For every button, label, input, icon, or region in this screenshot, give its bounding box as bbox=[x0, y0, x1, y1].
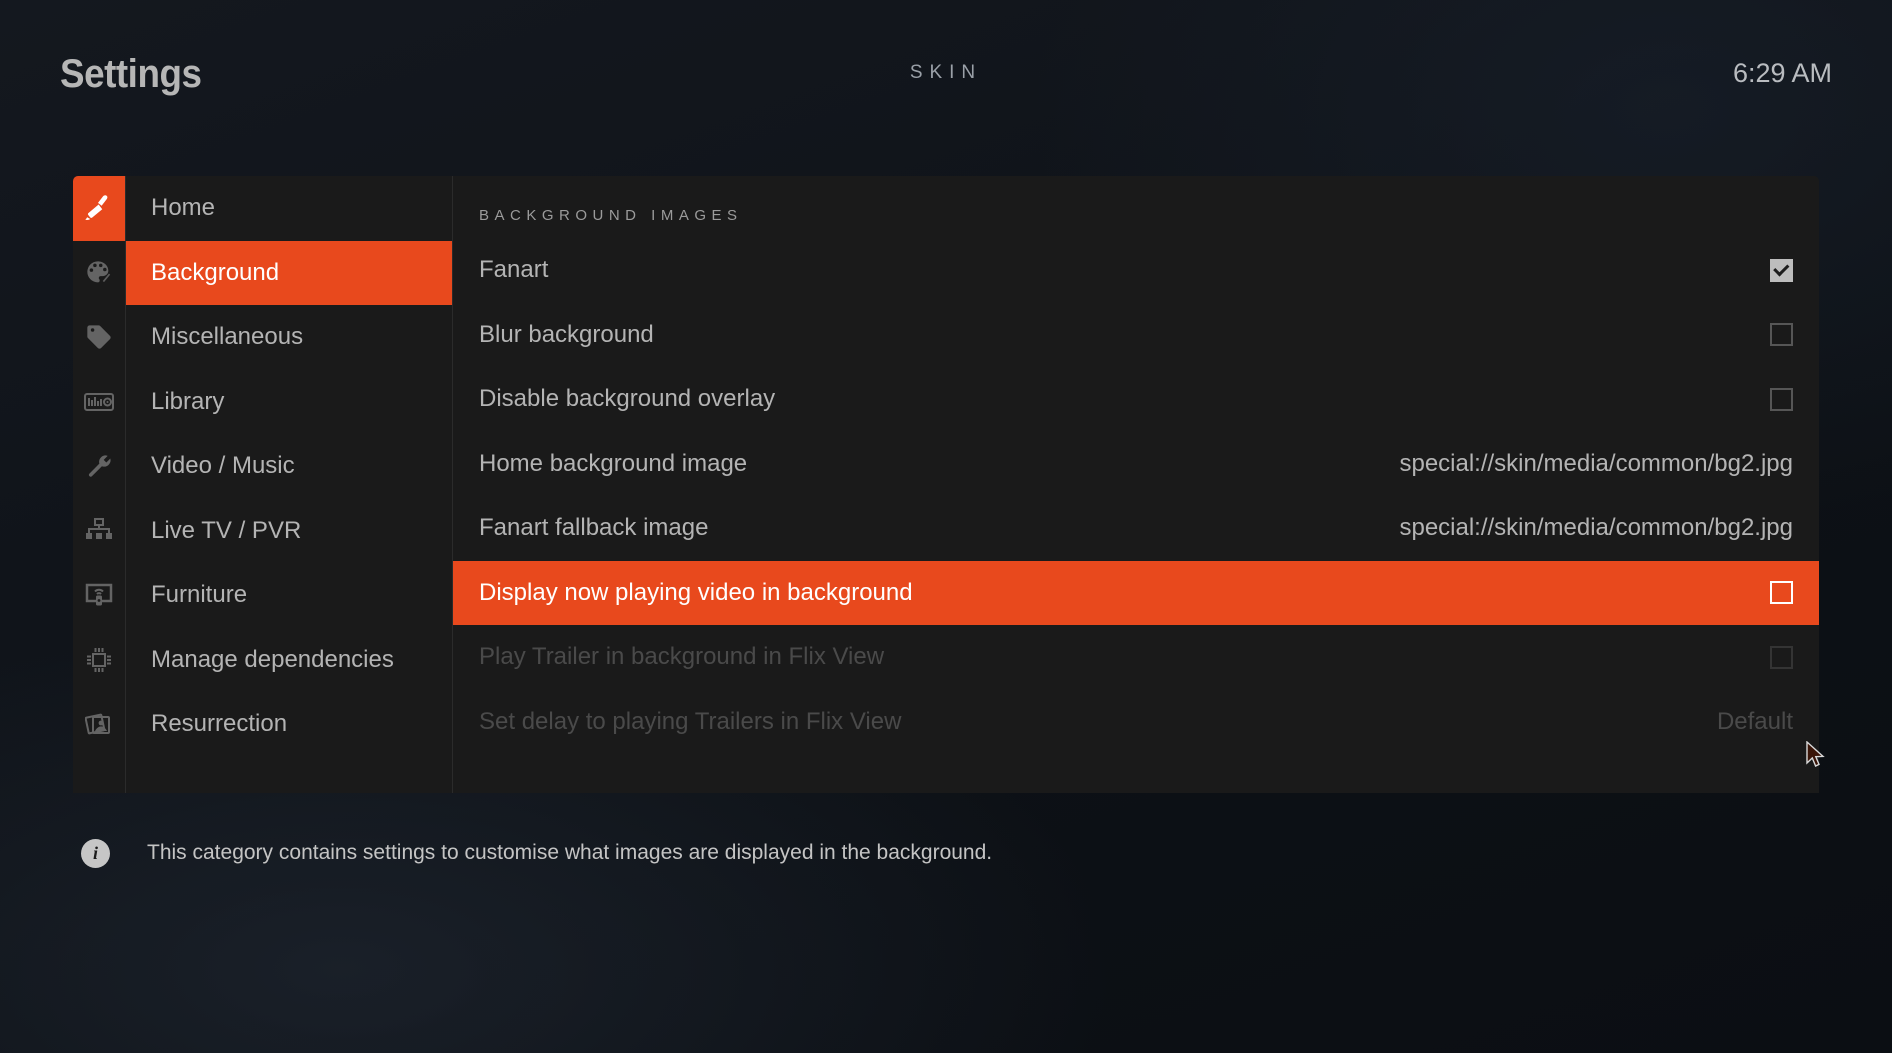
wrench-icon bbox=[85, 452, 113, 480]
setting-row-play-trailer-flix-view: Play Trailer in background in Flix View bbox=[453, 625, 1819, 690]
nav-item-label: Live TV / PVR bbox=[151, 516, 302, 544]
nav-item-label: Resurrection bbox=[151, 710, 288, 738]
rail-item-palette[interactable] bbox=[73, 241, 125, 306]
setting-value: special://skin/media/common/bg2.jpg bbox=[1399, 449, 1793, 477]
setting-row-home-background-image[interactable]: Home background image special://skin/med… bbox=[453, 432, 1819, 497]
rail-item-tag[interactable] bbox=[73, 305, 125, 370]
setting-row-display-now-playing-video[interactable]: Display now playing video in background bbox=[453, 560, 1819, 625]
blur-background-checkbox[interactable] bbox=[1770, 323, 1793, 347]
setting-row-fanart[interactable]: Fanart bbox=[453, 238, 1819, 303]
tag-icon bbox=[85, 323, 113, 351]
disable-background-overlay-checkbox[interactable] bbox=[1770, 387, 1793, 411]
setting-description: This category contains settings to custo… bbox=[147, 841, 993, 864]
network-icon bbox=[85, 517, 113, 544]
category-list: Home Background Miscellaneous Library Vi… bbox=[125, 176, 452, 793]
setting-value: Default bbox=[1716, 707, 1793, 735]
setting-label: Fanart bbox=[479, 256, 549, 284]
nav-item-background[interactable]: Background bbox=[126, 240, 452, 305]
nav-item-label: Miscellaneous bbox=[151, 323, 304, 351]
settings-group-title: BACKGROUND IMAGES bbox=[479, 206, 743, 224]
media-library-icon bbox=[84, 390, 114, 414]
fanart-checkbox[interactable] bbox=[1770, 258, 1793, 282]
settings-list: BACKGROUND IMAGES Fanart Blur background… bbox=[452, 176, 1819, 793]
nav-item-label: Manage dependencies bbox=[151, 645, 394, 673]
description-bar: i This category contains settings to cus… bbox=[73, 810, 1819, 896]
category-icon-rail bbox=[73, 176, 125, 793]
nav-item-miscellaneous[interactable]: Miscellaneous bbox=[126, 305, 452, 370]
display-now-playing-video-checkbox[interactable] bbox=[1770, 581, 1793, 605]
clock: 6:29 AM bbox=[1732, 58, 1832, 88]
cpu-chip-icon bbox=[85, 646, 113, 674]
window-header: Settings SKIN 6:29 AM bbox=[0, 0, 1892, 148]
rail-item-resurrection[interactable] bbox=[73, 692, 125, 757]
paintbrush-icon bbox=[84, 193, 114, 223]
setting-label: Play Trailer in background in Flix View bbox=[479, 643, 885, 671]
setting-label: Home background image bbox=[479, 449, 748, 477]
nav-item-video-music[interactable]: Video / Music bbox=[126, 434, 452, 499]
nav-item-label: Library bbox=[151, 387, 225, 415]
setting-row-trailer-delay-flix-view: Set delay to playing Trailers in Flix Vi… bbox=[453, 690, 1819, 755]
setting-label: Disable background overlay bbox=[479, 385, 776, 413]
nav-item-label: Video / Music bbox=[151, 452, 295, 480]
nav-item-label: Furniture bbox=[151, 581, 248, 609]
nav-item-library[interactable]: Library bbox=[126, 370, 452, 435]
nav-item-furniture[interactable]: Furniture bbox=[126, 563, 452, 628]
rail-item-video-music[interactable] bbox=[73, 434, 125, 499]
setting-row-disable-background-overlay[interactable]: Disable background overlay bbox=[453, 367, 1819, 432]
setting-label: Display now playing video in background bbox=[479, 578, 913, 606]
rail-item-manage-dependencies[interactable] bbox=[73, 628, 125, 693]
setting-label: Set delay to playing Trailers in Flix Vi… bbox=[479, 707, 902, 735]
nav-item-home[interactable]: Home bbox=[126, 176, 452, 241]
setting-label: Blur background bbox=[479, 320, 654, 348]
nav-item-resurrection[interactable]: Resurrection bbox=[126, 692, 452, 757]
setting-row-fanart-fallback-image[interactable]: Fanart fallback image special://skin/med… bbox=[453, 496, 1819, 561]
photos-icon bbox=[85, 710, 113, 738]
section-label: SKIN bbox=[909, 62, 983, 83]
settings-panel: Home Background Miscellaneous Library Vi… bbox=[73, 176, 1819, 793]
nav-item-label: Background bbox=[151, 258, 280, 286]
rail-item-paintbrush[interactable] bbox=[73, 176, 125, 241]
palette-icon bbox=[85, 259, 113, 287]
rail-item-library[interactable] bbox=[73, 370, 125, 435]
nav-item-manage-dependencies[interactable]: Manage dependencies bbox=[126, 628, 452, 693]
rail-item-furniture[interactable] bbox=[73, 563, 125, 628]
info-icon: i bbox=[81, 838, 110, 868]
setting-row-blur-background[interactable]: Blur background bbox=[453, 303, 1819, 368]
setting-value: special://skin/media/common/bg2.jpg bbox=[1399, 514, 1793, 542]
play-trailer-flix-view-checkbox bbox=[1770, 645, 1793, 669]
tv-remote-icon bbox=[84, 582, 114, 608]
setting-label: Fanart fallback image bbox=[479, 514, 709, 542]
nav-item-label: Home bbox=[151, 194, 216, 222]
nav-item-live-tv-pvr[interactable]: Live TV / PVR bbox=[126, 499, 452, 564]
rail-item-live-tv[interactable] bbox=[73, 499, 125, 564]
